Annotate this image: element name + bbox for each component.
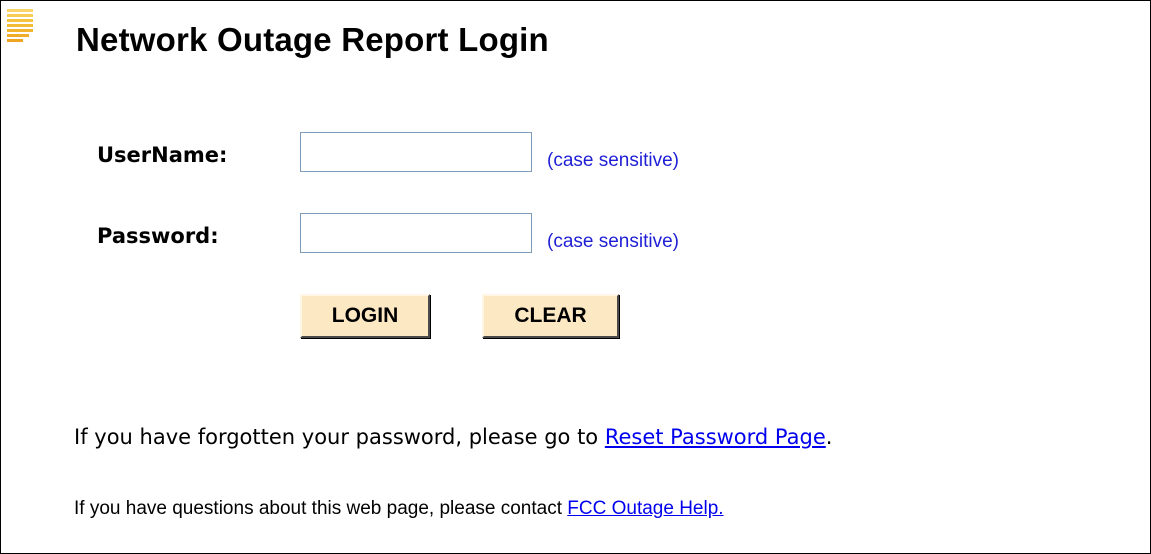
forgot-password-suffix: . — [825, 425, 833, 449]
forgot-password-message: If you have forgotten your password, ple… — [74, 425, 832, 449]
login-page: Network Outage Report Login UserName: (c… — [0, 0, 1151, 554]
reset-password-link[interactable]: Reset Password Page — [605, 425, 826, 449]
username-input[interactable] — [300, 132, 532, 172]
password-hint: (case sensitive) — [547, 231, 679, 252]
questions-text: If you have questions about this web pag… — [74, 498, 568, 519]
username-label: UserName: — [97, 143, 228, 167]
outage-help-link[interactable]: FCC Outage Help. — [567, 498, 723, 519]
password-label: Password: — [97, 224, 219, 248]
login-button[interactable]: LOGIN — [300, 294, 430, 338]
username-hint: (case sensitive) — [547, 150, 679, 171]
clear-button[interactable]: CLEAR — [482, 294, 619, 338]
page-title: Network Outage Report Login — [76, 21, 549, 58]
striped-logo-icon — [7, 9, 33, 42]
password-input[interactable] — [300, 213, 532, 253]
questions-message: If you have questions about this web pag… — [74, 498, 724, 520]
forgot-password-text: If you have forgotten your password, ple… — [74, 425, 605, 449]
